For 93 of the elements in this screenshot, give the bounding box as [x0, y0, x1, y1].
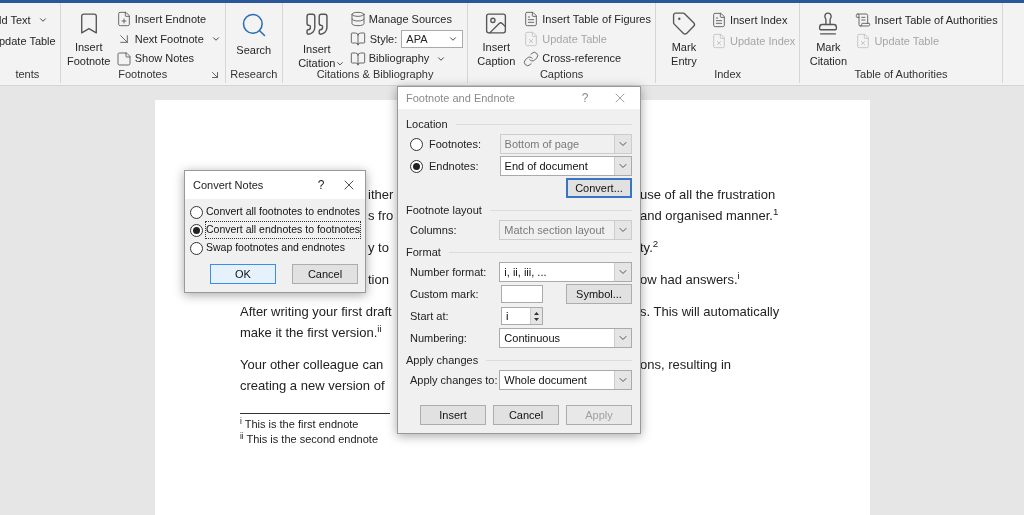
dropdown-field[interactable]: End of document [499, 156, 632, 176]
text-line: After writing your first draft [240, 303, 392, 321]
field-label: Number format: [410, 264, 488, 280]
radio-label: Convert all endnotes to footnotes [206, 222, 361, 238]
ribbon-item-icon [855, 12, 872, 28]
text-line: ons, resulting in [640, 356, 732, 374]
ribbon-large-button[interactable]: Insert Caption [472, 7, 521, 68]
group-label: Citations & Bibliography [316, 68, 434, 82]
text-line: ow had answers.$^{i}$ [640, 269, 740, 289]
text-line: creating a new version of [240, 377, 385, 395]
dialog-title: Convert Notes [193, 177, 265, 193]
ribbon-button[interactable]: Manage Sources [349, 10, 464, 29]
ribbon-item-icon [710, 12, 727, 28]
dialog-button[interactable]: Cancel [493, 405, 559, 425]
group-label: Research [230, 68, 278, 82]
ribbon-item-icon [523, 50, 540, 67]
ribbon-large-button[interactable]: Mark Entry [659, 7, 708, 68]
dialog-button[interactable]: OK [210, 264, 276, 284]
ribbon-button[interactable]: Next Footnote [115, 29, 221, 49]
text-line: use of all the frustration [640, 186, 776, 204]
ribbon-item-icon [115, 50, 132, 67]
radio-label: Convert all footnotes to endnotes [206, 204, 361, 220]
ribbon-button[interactable]: Insert Table of Authorities [855, 10, 998, 30]
text-line: Your other colleague can [240, 356, 384, 374]
radio-button[interactable] [190, 223, 203, 237]
dropdown-field[interactable]: i, ii, iii, ... [499, 262, 632, 282]
spin-field[interactable]: i [501, 307, 543, 325]
field-label: Numbering: [410, 330, 468, 346]
ribbon-button[interactable]: Show Notes [115, 49, 221, 68]
dialog-button[interactable]: Symbol... [566, 284, 632, 304]
ribbon-item-icon [523, 31, 540, 47]
radio-button[interactable] [410, 159, 423, 173]
ribbon-item-icon [523, 11, 540, 28]
section-heading: Location [406, 116, 448, 132]
radio-button[interactable] [190, 205, 203, 219]
radio-label: Swap footnotes and endnotes [206, 240, 345, 256]
text-line: ty.$^{2}$ [640, 237, 659, 257]
ribbon-button[interactable]: pdate Table [0, 31, 56, 51]
text-line: and organised manner.$^{1}$ [640, 205, 779, 225]
ribbon-button[interactable]: Cross-reference [523, 49, 651, 68]
dropdown-field[interactable]: Continuous [499, 328, 632, 348]
ribbon-button[interactable]: Insert Table of Figures [523, 10, 651, 29]
ribbon-item-icon [115, 11, 132, 28]
spin-arrows-icon [533, 310, 540, 322]
style-icon [349, 31, 366, 47]
radio-button[interactable] [190, 241, 203, 255]
endnote-text: $^{i}$ This is the first endnote [240, 417, 359, 432]
field-label: Custom mark: [410, 286, 480, 302]
section-heading: Apply changes [406, 352, 479, 368]
text-line: s fro [368, 207, 394, 225]
radio-label: Endnotes: [429, 158, 480, 174]
field-label: Columns: [410, 222, 458, 238]
style-label: Style: [369, 31, 398, 47]
field-label: Apply changes to: [410, 372, 499, 388]
ribbon-button[interactable]: Bibliography [349, 49, 464, 68]
ribbon-large-button[interactable]: Insert Footnote [64, 7, 113, 68]
endnote-text: $^{ii}$ This is the second endnote [240, 432, 378, 447]
dialog-button[interactable]: Insert [420, 405, 486, 425]
ribbon-large-button[interactable]: Insert Citation [286, 7, 347, 68]
text-line: y to [368, 239, 389, 257]
text-line: s. This will automatically [640, 303, 780, 321]
caret-icon [37, 15, 48, 25]
help-button[interactable]: ? [570, 89, 600, 107]
text-line: ither [368, 186, 394, 204]
dialog-title: Footnote and Endnote [406, 90, 516, 106]
ribbon-button[interactable]: Insert Endnote [115, 10, 221, 29]
text-line: make it the first version.$^{ii}$ [240, 322, 382, 342]
ribbon-item-icon [349, 11, 366, 28]
section-heading: Footnote layout [406, 202, 482, 218]
caret-icon [210, 34, 221, 44]
ribbon-button[interactable]: ld Text [0, 10, 56, 30]
dialog-button[interactable]: Cancel [292, 264, 358, 284]
dialog-button[interactable]: Convert... [566, 178, 632, 198]
group-label: Footnotes [118, 68, 168, 82]
ribbon-large-button[interactable]: Search [229, 7, 278, 68]
ribbon-button[interactable]: Insert Index [710, 10, 796, 30]
dropdown-field[interactable]: Whole document [499, 370, 632, 390]
input-field[interactable] [501, 285, 543, 303]
ribbon-large-button[interactable]: Mark Citation [804, 7, 853, 68]
style-dropdown[interactable]: APA [401, 30, 464, 48]
caret-icon [448, 34, 459, 44]
ribbon-item-icon [349, 50, 366, 67]
group-label: tents [15, 68, 40, 82]
group-label: Index [714, 68, 742, 82]
section-heading: Format [406, 244, 441, 260]
field-label: Start at: [410, 308, 450, 324]
text-line: tion [368, 271, 389, 289]
radio-label: Footnotes: [429, 136, 482, 152]
group-label: Captions [539, 68, 584, 82]
help-button[interactable]: ? [309, 176, 333, 194]
group-label: Table of Authorities [854, 68, 948, 82]
ribbon-item-icon [710, 33, 727, 49]
ribbon-item-icon [855, 33, 872, 49]
